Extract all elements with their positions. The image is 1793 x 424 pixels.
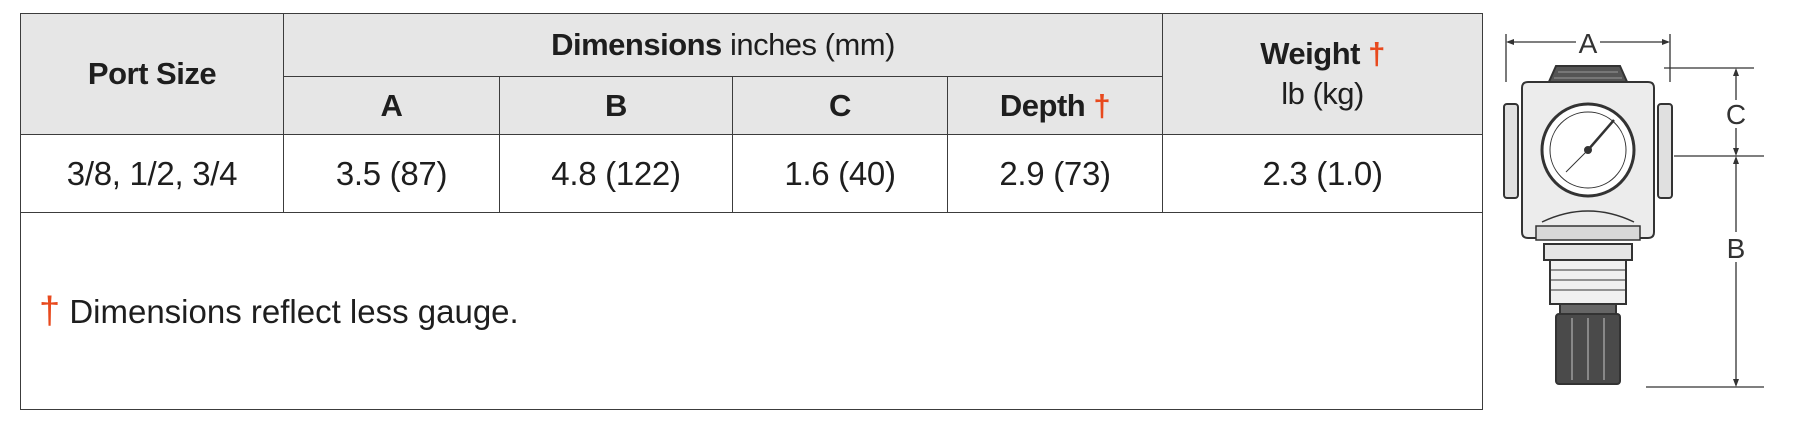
- footnote-text: Dimensions reflect less gauge.: [69, 292, 519, 330]
- col-header-depth: Depth †: [946, 76, 1164, 135]
- footnote: † Dimensions reflect less gauge.: [19, 212, 1484, 410]
- weight-dagger: †: [1368, 36, 1385, 71]
- cell-a: 3.5 (87): [283, 134, 500, 213]
- dimensions-table: Port Size Dimensions inches (mm) Weight …: [19, 13, 1484, 410]
- dimension-c-label: C: [1726, 99, 1746, 130]
- regulator-body: [1503, 65, 1673, 385]
- regulator-drawing: A C B: [1503, 28, 1764, 388]
- cell-depth: 2.9 (73): [946, 134, 1164, 213]
- depth-header-label: Depth: [999, 87, 1086, 123]
- dimension-b-label: B: [1727, 233, 1746, 264]
- cell-weight: 2.3 (1.0): [1162, 134, 1484, 213]
- footnote-dagger: †: [39, 289, 61, 332]
- dimension-c: [1664, 67, 1764, 157]
- weight-header: Weight † lb (kg): [1162, 13, 1484, 135]
- cell-port-size: 3/8, 1/2, 3/4: [20, 134, 284, 213]
- col-header-c: C: [732, 76, 948, 135]
- table-row: 3/8, 1/2, 3/4 3.5 (87) 4.8 (122) 1.6 (40…: [20, 134, 1484, 213]
- col-header-b: B: [499, 76, 733, 135]
- dimensions-header-units: inches (mm): [729, 27, 896, 62]
- weight-units: lb (kg): [1281, 76, 1364, 111]
- cell-c: 1.6 (40): [732, 134, 948, 213]
- dimensions-header: Dimensions inches (mm): [282, 13, 1164, 77]
- dimensions-header-label: Dimensions: [551, 27, 722, 62]
- port-size-header: Port Size: [20, 13, 284, 135]
- col-header-a: A: [283, 76, 500, 135]
- dimension-a-label: A: [1579, 28, 1598, 59]
- weight-header-label: Weight: [1260, 36, 1360, 71]
- cell-b: 4.8 (122): [499, 134, 733, 213]
- depth-dagger: †: [1093, 87, 1111, 123]
